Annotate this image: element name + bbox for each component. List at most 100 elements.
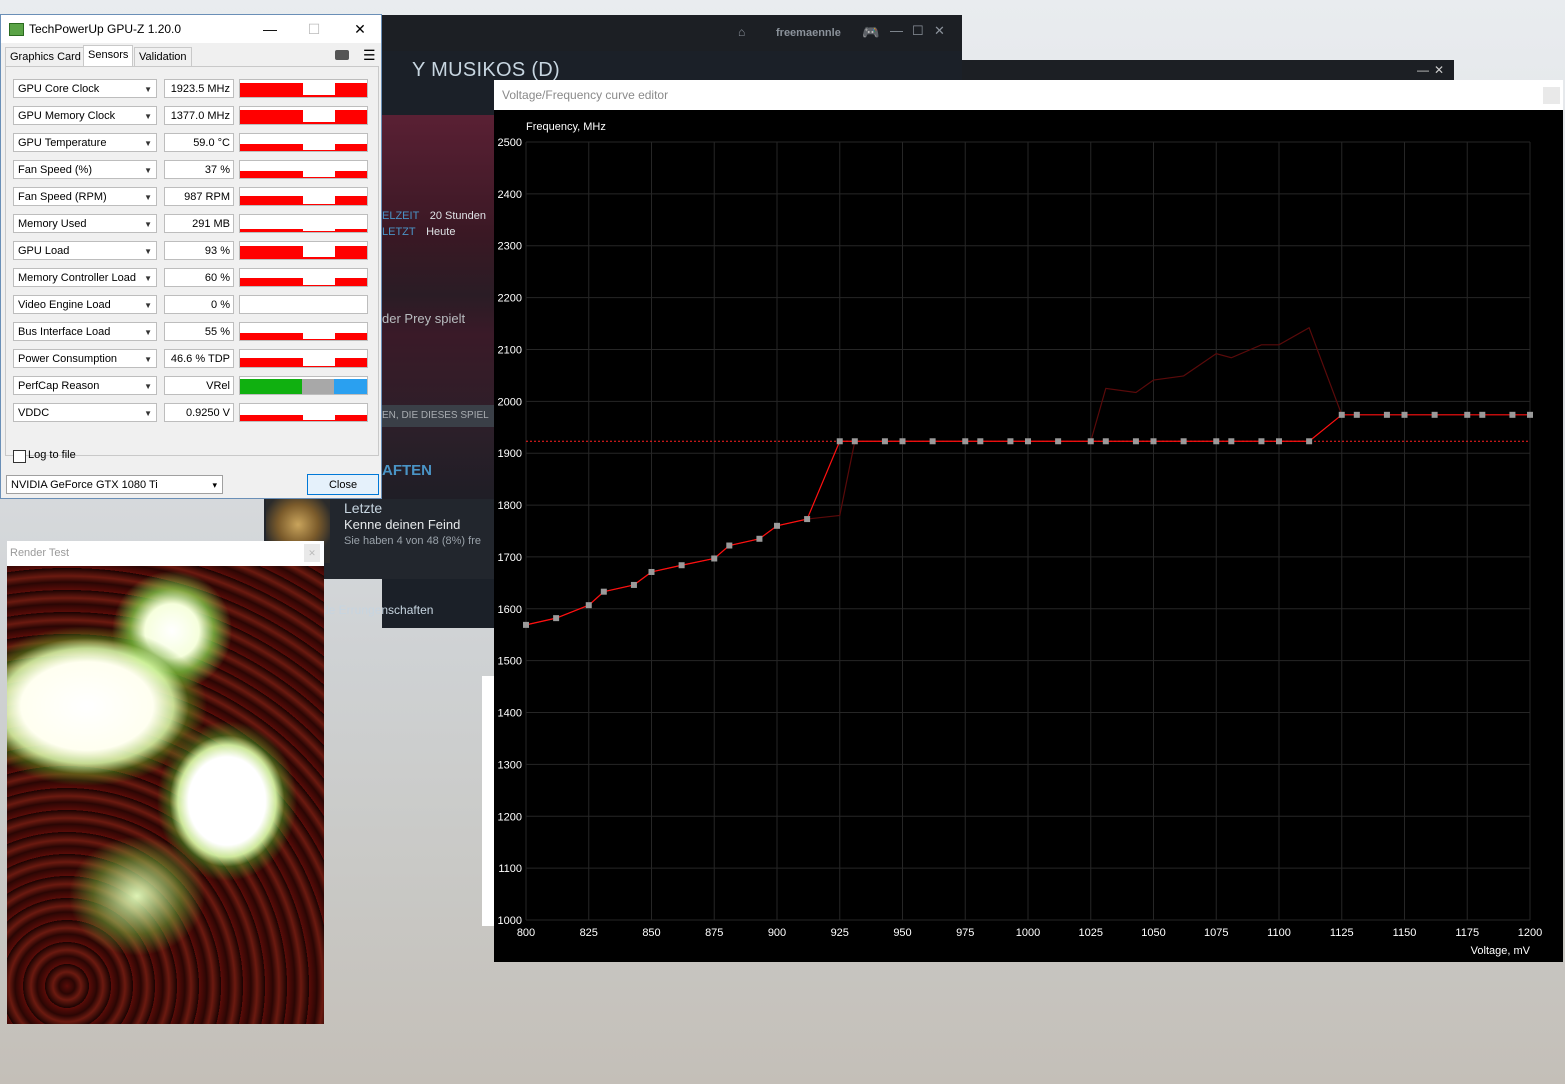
render-canvas: [7, 566, 324, 1024]
maximize-button[interactable]: ☐: [912, 23, 924, 39]
curve-point[interactable]: [726, 542, 733, 549]
achievements-link[interactable]: de Errungenschaften: [322, 603, 433, 617]
curve-point[interactable]: [1258, 438, 1265, 445]
minimize-button[interactable]: —: [1417, 63, 1429, 77]
sensor-name-dropdown[interactable]: GPU Temperature ▼: [13, 133, 157, 152]
close-button[interactable]: ✕: [934, 23, 945, 39]
sensor-name-dropdown[interactable]: Memory Controller Load ▼: [13, 268, 157, 287]
sensor-row: VDDC ▼ 0.9250 V: [9, 403, 377, 424]
sensor-name-dropdown[interactable]: Fan Speed (%) ▼: [13, 160, 157, 179]
sensor-value: 0.9250 V: [164, 403, 234, 422]
curve-point[interactable]: [804, 516, 811, 523]
x-tick-label: 1000: [1016, 927, 1040, 939]
window-title: Voltage/Frequency curve editor: [502, 88, 669, 102]
friends-playing-text[interactable]: der Prey spielt: [382, 311, 465, 326]
close-button[interactable]: ✕: [345, 19, 375, 39]
curve-point[interactable]: [711, 555, 718, 562]
sensor-name: Memory Used: [18, 218, 87, 230]
curve-point[interactable]: [881, 438, 888, 445]
sensor-name-dropdown[interactable]: PerfCap Reason ▼: [13, 376, 157, 395]
sensor-row: Bus Interface Load ▼ 55 %: [9, 322, 377, 343]
sensor-graph: [239, 214, 368, 233]
curve-point[interactable]: [1213, 438, 1220, 445]
curve-point[interactable]: [678, 562, 685, 569]
minimize-button[interactable]: —: [255, 19, 285, 39]
curve-point[interactable]: [1055, 438, 1062, 445]
sensor-name-dropdown[interactable]: GPU Core Clock ▼: [13, 79, 157, 98]
chevron-down-icon: ▼: [144, 247, 152, 256]
camera-icon[interactable]: [335, 50, 349, 60]
curve-point[interactable]: [1338, 411, 1345, 418]
curve-point[interactable]: [1132, 438, 1139, 445]
sensor-name-dropdown[interactable]: VDDC ▼: [13, 403, 157, 422]
curve-point[interactable]: [1464, 411, 1471, 418]
curve-point[interactable]: [1431, 411, 1438, 418]
gamepad-icon[interactable]: 🎮: [862, 24, 879, 41]
close-button[interactable]: ✕: [304, 544, 320, 562]
curve-point[interactable]: [1401, 411, 1408, 418]
curve-point[interactable]: [756, 535, 763, 542]
curve-point[interactable]: [1276, 438, 1282, 445]
x-axis-label: Voltage, mV: [1471, 945, 1531, 957]
gpu-select[interactable]: NVIDIA GeForce GTX 1080 Ti ▾: [6, 475, 223, 494]
log-to-file-checkbox[interactable]: [13, 450, 26, 463]
sensor-name-dropdown[interactable]: GPU Memory Clock ▼: [13, 106, 157, 125]
gpuz-titlebar[interactable]: TechPowerUp GPU-Z 1.20.0 — ☐ ✕: [1, 15, 381, 43]
curve-point[interactable]: [836, 438, 843, 445]
close-button[interactable]: ✕: [1434, 63, 1444, 77]
curve-point[interactable]: [1228, 438, 1235, 445]
curve-point[interactable]: [1025, 438, 1031, 445]
curve-point[interactable]: [585, 602, 592, 609]
home-icon[interactable]: ⌂: [738, 25, 745, 39]
stat-value: Heute: [426, 226, 456, 238]
sensor-graph: [239, 295, 368, 314]
tab-validation[interactable]: Validation: [134, 47, 192, 67]
maximize-button[interactable]: ☐: [299, 19, 329, 39]
sensor-name: PerfCap Reason: [18, 380, 100, 392]
render-test-titlebar[interactable]: Render Test ✕: [7, 541, 324, 566]
curve-point[interactable]: [1306, 438, 1313, 445]
sensor-name-dropdown[interactable]: Bus Interface Load ▼: [13, 322, 157, 341]
curve-point[interactable]: [553, 615, 560, 622]
curve-point[interactable]: [1180, 438, 1187, 445]
curve-point[interactable]: [977, 438, 984, 445]
curve-point[interactable]: [1479, 411, 1486, 418]
curve-point[interactable]: [962, 438, 969, 445]
vf-titlebar[interactable]: Voltage/Frequency curve editor: [494, 80, 1563, 110]
curve-point[interactable]: [851, 438, 858, 445]
curve-point[interactable]: [899, 438, 906, 445]
steam-username[interactable]: freemaennle: [776, 27, 841, 39]
sensor-value: 93 %: [164, 241, 234, 260]
sensor-name-dropdown[interactable]: GPU Load ▼: [13, 241, 157, 260]
curve-point[interactable]: [630, 581, 637, 588]
close-button[interactable]: Close: [307, 474, 379, 495]
curve-point[interactable]: [1353, 411, 1360, 418]
sensor-name-dropdown[interactable]: Fan Speed (RPM) ▼: [13, 187, 157, 206]
curve-point[interactable]: [1150, 438, 1157, 445]
curve-point[interactable]: [1383, 411, 1390, 418]
minimize-button[interactable]: —: [890, 23, 903, 38]
menu-icon[interactable]: ☰: [363, 48, 376, 62]
sensor-name-dropdown[interactable]: Power Consumption ▼: [13, 349, 157, 368]
x-tick-label: 800: [517, 927, 535, 939]
sensor-name: Video Engine Load: [18, 299, 111, 311]
curve-point[interactable]: [929, 438, 936, 445]
close-button[interactable]: [1543, 87, 1560, 104]
vf-curve-chart[interactable]: 800 825 850 875 900 925 950 975 1000 1025 1050 1075…: [494, 110, 1563, 962]
steam-titlebar: ⌂ freemaennle 🎮 — ☐ ✕: [382, 15, 962, 51]
tab-sensors[interactable]: Sensors: [83, 45, 134, 68]
curve-point[interactable]: [523, 621, 529, 628]
curve-point[interactable]: [1007, 438, 1014, 445]
curve-point[interactable]: [774, 522, 780, 529]
curve-point[interactable]: [1087, 438, 1094, 445]
steam-page-title: Y MUSIKOS (D): [412, 59, 560, 81]
curve-point[interactable]: [648, 568, 655, 575]
curve-point[interactable]: [1102, 438, 1109, 445]
y-tick-label: 1400: [498, 708, 522, 720]
sensor-name-dropdown[interactable]: Memory Used ▼: [13, 214, 157, 233]
curve-point[interactable]: [1527, 411, 1533, 418]
tab-graphics-card[interactable]: Graphics Card: [5, 47, 86, 67]
sensor-name-dropdown[interactable]: Video Engine Load ▼: [13, 295, 157, 314]
curve-point[interactable]: [1509, 411, 1516, 418]
curve-point[interactable]: [600, 588, 607, 595]
